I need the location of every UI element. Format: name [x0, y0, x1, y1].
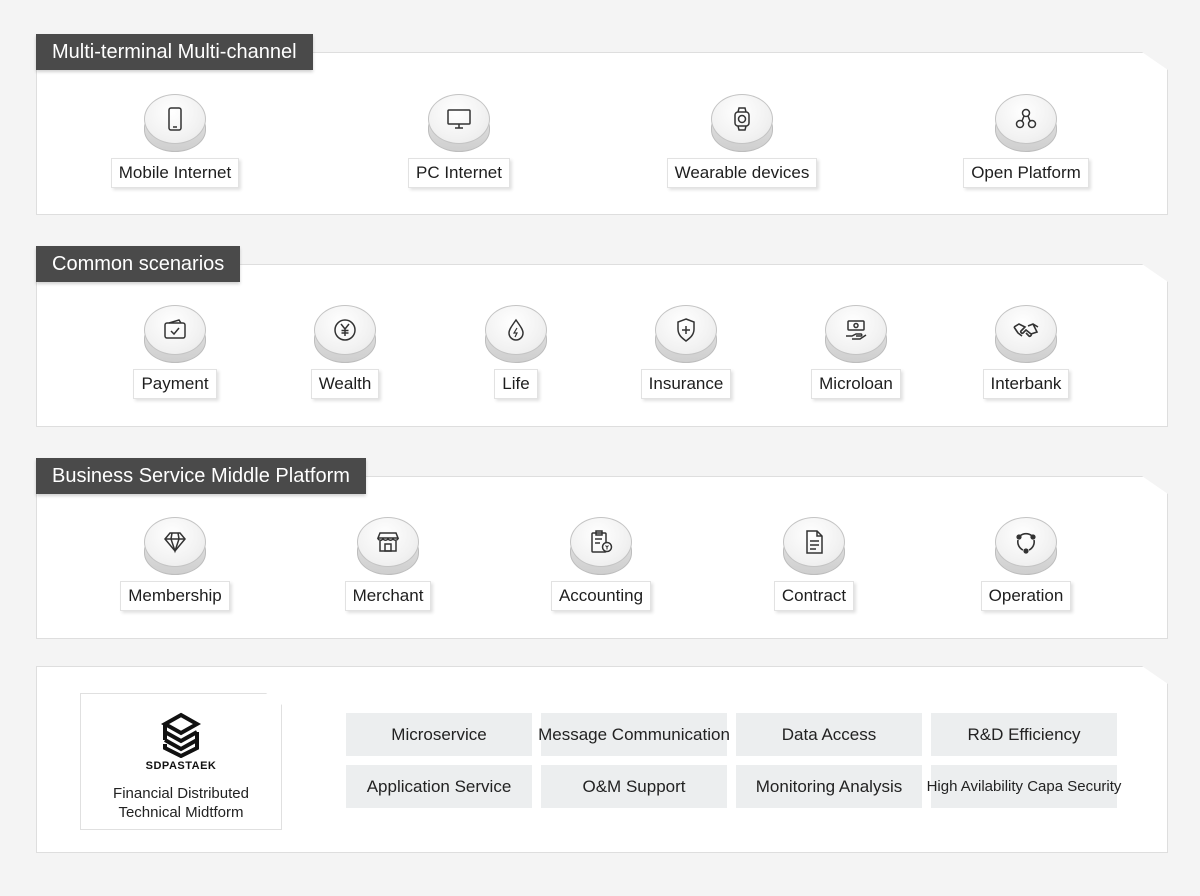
item-label: Wearable devices [666, 158, 818, 188]
item-label: Insurance [640, 369, 732, 399]
capability-tile: High Avilability Capa Security [927, 765, 1121, 808]
item-label: Merchant [344, 581, 432, 611]
item-label: Wealth [310, 369, 380, 399]
item-label: Operation [980, 581, 1072, 611]
item-contract: Contract [724, 517, 904, 611]
item-operation: Operation [936, 517, 1116, 611]
item-label: Accounting [550, 581, 652, 611]
item-merchant: Merchant [298, 517, 478, 611]
capability-grid: Microservice Message Communication Data … [346, 713, 1121, 808]
tech-platform-brand: SDPASTAEK [145, 760, 217, 772]
item-label: Membership [120, 581, 230, 611]
stack-logo-icon [161, 712, 201, 758]
cycle-arrows-icon [1016, 532, 1036, 554]
item-wealth: Wealth [255, 305, 435, 399]
capability-tile: Message Communication [538, 713, 730, 756]
item-accounting: Accounting [511, 517, 691, 611]
shield-plus-icon [677, 318, 695, 342]
document-icon [806, 530, 823, 554]
item-insurance: Insurance [596, 305, 776, 399]
handshake-icon [1013, 323, 1039, 338]
wallet-check-icon [164, 319, 186, 339]
item-label: Microloan [811, 369, 901, 399]
section-title-business: Business Service Middle Platform [36, 458, 366, 494]
item-mobile-internet: Mobile Internet [85, 94, 265, 188]
diamond-icon [164, 532, 186, 554]
item-label: Open Platform [963, 158, 1089, 188]
item-payment: Payment [85, 305, 265, 399]
item-wearable-devices: Wearable devices [652, 94, 832, 188]
item-label: Payment [133, 369, 217, 399]
item-label: Interbank [982, 369, 1070, 399]
section-title-scenarios: Common scenarios [36, 246, 241, 282]
capability-tile: Microservice [346, 713, 532, 756]
clipboard-coin-icon [591, 530, 613, 553]
network-nodes-icon [1015, 108, 1037, 129]
item-open-platform: Open Platform [936, 94, 1116, 188]
capability-tile: O&M Support [541, 765, 727, 808]
capability-tile: Application Service [346, 765, 532, 808]
item-membership: Membership [85, 517, 265, 611]
storefront-icon [376, 532, 400, 552]
capability-tile: Data Access [736, 713, 922, 756]
item-life: Life [426, 305, 606, 399]
item-microloan: Microloan [766, 305, 946, 399]
tech-platform-card: SDPASTAEK Financial Distributed Technica… [80, 693, 282, 830]
item-label: PC Internet [408, 158, 510, 188]
money-hand-icon [846, 320, 867, 340]
tech-platform-caption: Financial Distributed Technical Midtform [113, 785, 249, 821]
item-label: Mobile Internet [110, 158, 240, 188]
monitor-icon [447, 109, 471, 129]
yen-coin-icon [334, 319, 356, 341]
section-title-channels: Multi-terminal Multi-channel [36, 34, 313, 70]
capability-tile: Monitoring Analysis [736, 765, 922, 808]
smartwatch-icon [734, 107, 750, 131]
flame-drop-icon [508, 318, 524, 341]
item-label: Contract [773, 581, 855, 611]
item-pc-internet: PC Internet [369, 94, 549, 188]
capability-tile: R&D Efficiency [931, 713, 1117, 756]
item-interbank: Interbank [936, 305, 1116, 399]
mobile-phone-icon [168, 107, 182, 131]
item-label: Life [494, 369, 538, 399]
